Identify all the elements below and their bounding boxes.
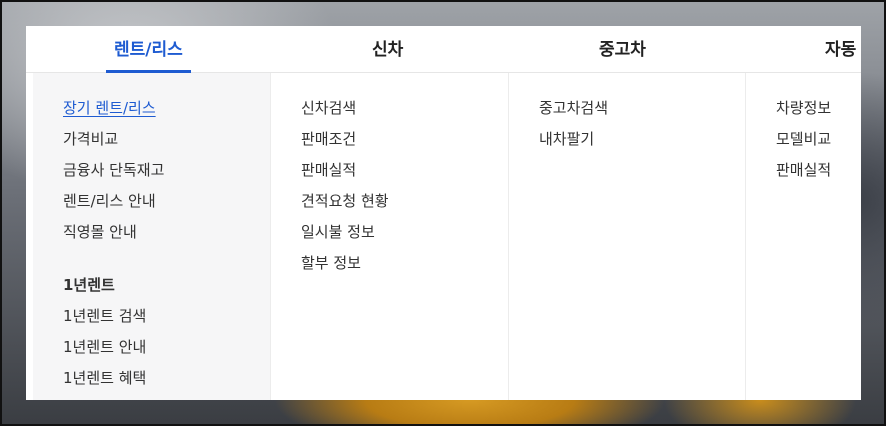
menu-item-oneyear-guide[interactable]: 1년렌트 안내 (63, 332, 164, 363)
menu-item-long-term-rent[interactable]: 장기 렌트/리스 (63, 93, 164, 124)
menu-item-oneyear-search[interactable]: 1년렌트 검색 (63, 301, 164, 332)
menu-item-rent-lease-guide[interactable]: 렌트/리스 안내 (63, 186, 164, 217)
menu-item-lump-sum-info[interactable]: 일시불 정보 (301, 217, 389, 248)
auto-column: 차량정보 모델비교 판매실적 (746, 73, 861, 400)
tab-rent-lease[interactable]: 렌트/리스 (106, 26, 191, 73)
new-car-column: 신차검색 판매조건 판매실적 견적요청 현황 일시불 정보 할부 정보 (271, 73, 509, 400)
top-nav-tabs: 렌트/리스 신차 중고차 자동 (26, 26, 861, 73)
tab-new-car-label: 신차 (372, 40, 404, 60)
oneyear-rent-heading: 1년렌트 (63, 276, 115, 294)
tab-auto-label: 자동 (825, 40, 857, 60)
menu-item-direct-mall-guide[interactable]: 직영몰 안내 (63, 217, 164, 248)
tab-used-car-label: 중고차 (599, 40, 646, 60)
menu-item-used-car-search[interactable]: 중고차검색 (539, 93, 608, 124)
tab-auto[interactable]: 자동 (825, 26, 856, 72)
new-car-menu: 신차검색 판매조건 판매실적 견적요청 현황 일시불 정보 할부 정보 (301, 93, 389, 279)
mega-menu-panel: 렌트/리스 신차 중고차 자동 장기 렌트/리스 가격비교 금융사 단독재고 렌… (26, 26, 861, 400)
menu-item-sale-conditions[interactable]: 판매조건 (301, 124, 389, 155)
menu-item-price-compare[interactable]: 가격비교 (63, 124, 164, 155)
rent-lease-column: 장기 렌트/리스 가격비교 금융사 단독재고 렌트/리스 안내 직영몰 안내 1… (33, 73, 271, 400)
menu-item-oneyear-benefit[interactable]: 1년렌트 혜택 (63, 363, 164, 394)
menu-item-sales-record[interactable]: 판매실적 (301, 155, 389, 186)
rent-lease-menu: 장기 렌트/리스 가격비교 금융사 단독재고 렌트/리스 안내 직영몰 안내 1… (63, 93, 164, 394)
tab-used-car[interactable]: 중고차 (599, 26, 646, 72)
tab-rent-lease-label: 렌트/리스 (114, 40, 183, 60)
menu-item-exclusive-stock[interactable]: 금융사 단독재고 (63, 155, 164, 186)
tab-new-car[interactable]: 신차 (372, 26, 403, 72)
menu-item-quote-status[interactable]: 견적요청 현황 (301, 186, 389, 217)
menu-item-model-compare[interactable]: 모델비교 (776, 124, 831, 155)
menu-item-new-car-search[interactable]: 신차검색 (301, 93, 389, 124)
auto-menu: 차량정보 모델비교 판매실적 (776, 93, 831, 186)
menu-item-sell-my-car[interactable]: 내차팔기 (539, 124, 608, 155)
menu-item-installment-info[interactable]: 할부 정보 (301, 248, 389, 279)
used-car-column: 중고차검색 내차팔기 (509, 73, 746, 400)
menu-item-auto-sales-record[interactable]: 판매실적 (776, 155, 831, 186)
used-car-menu: 중고차검색 내차팔기 (539, 93, 608, 155)
menu-item-vehicle-info[interactable]: 차량정보 (776, 93, 831, 124)
